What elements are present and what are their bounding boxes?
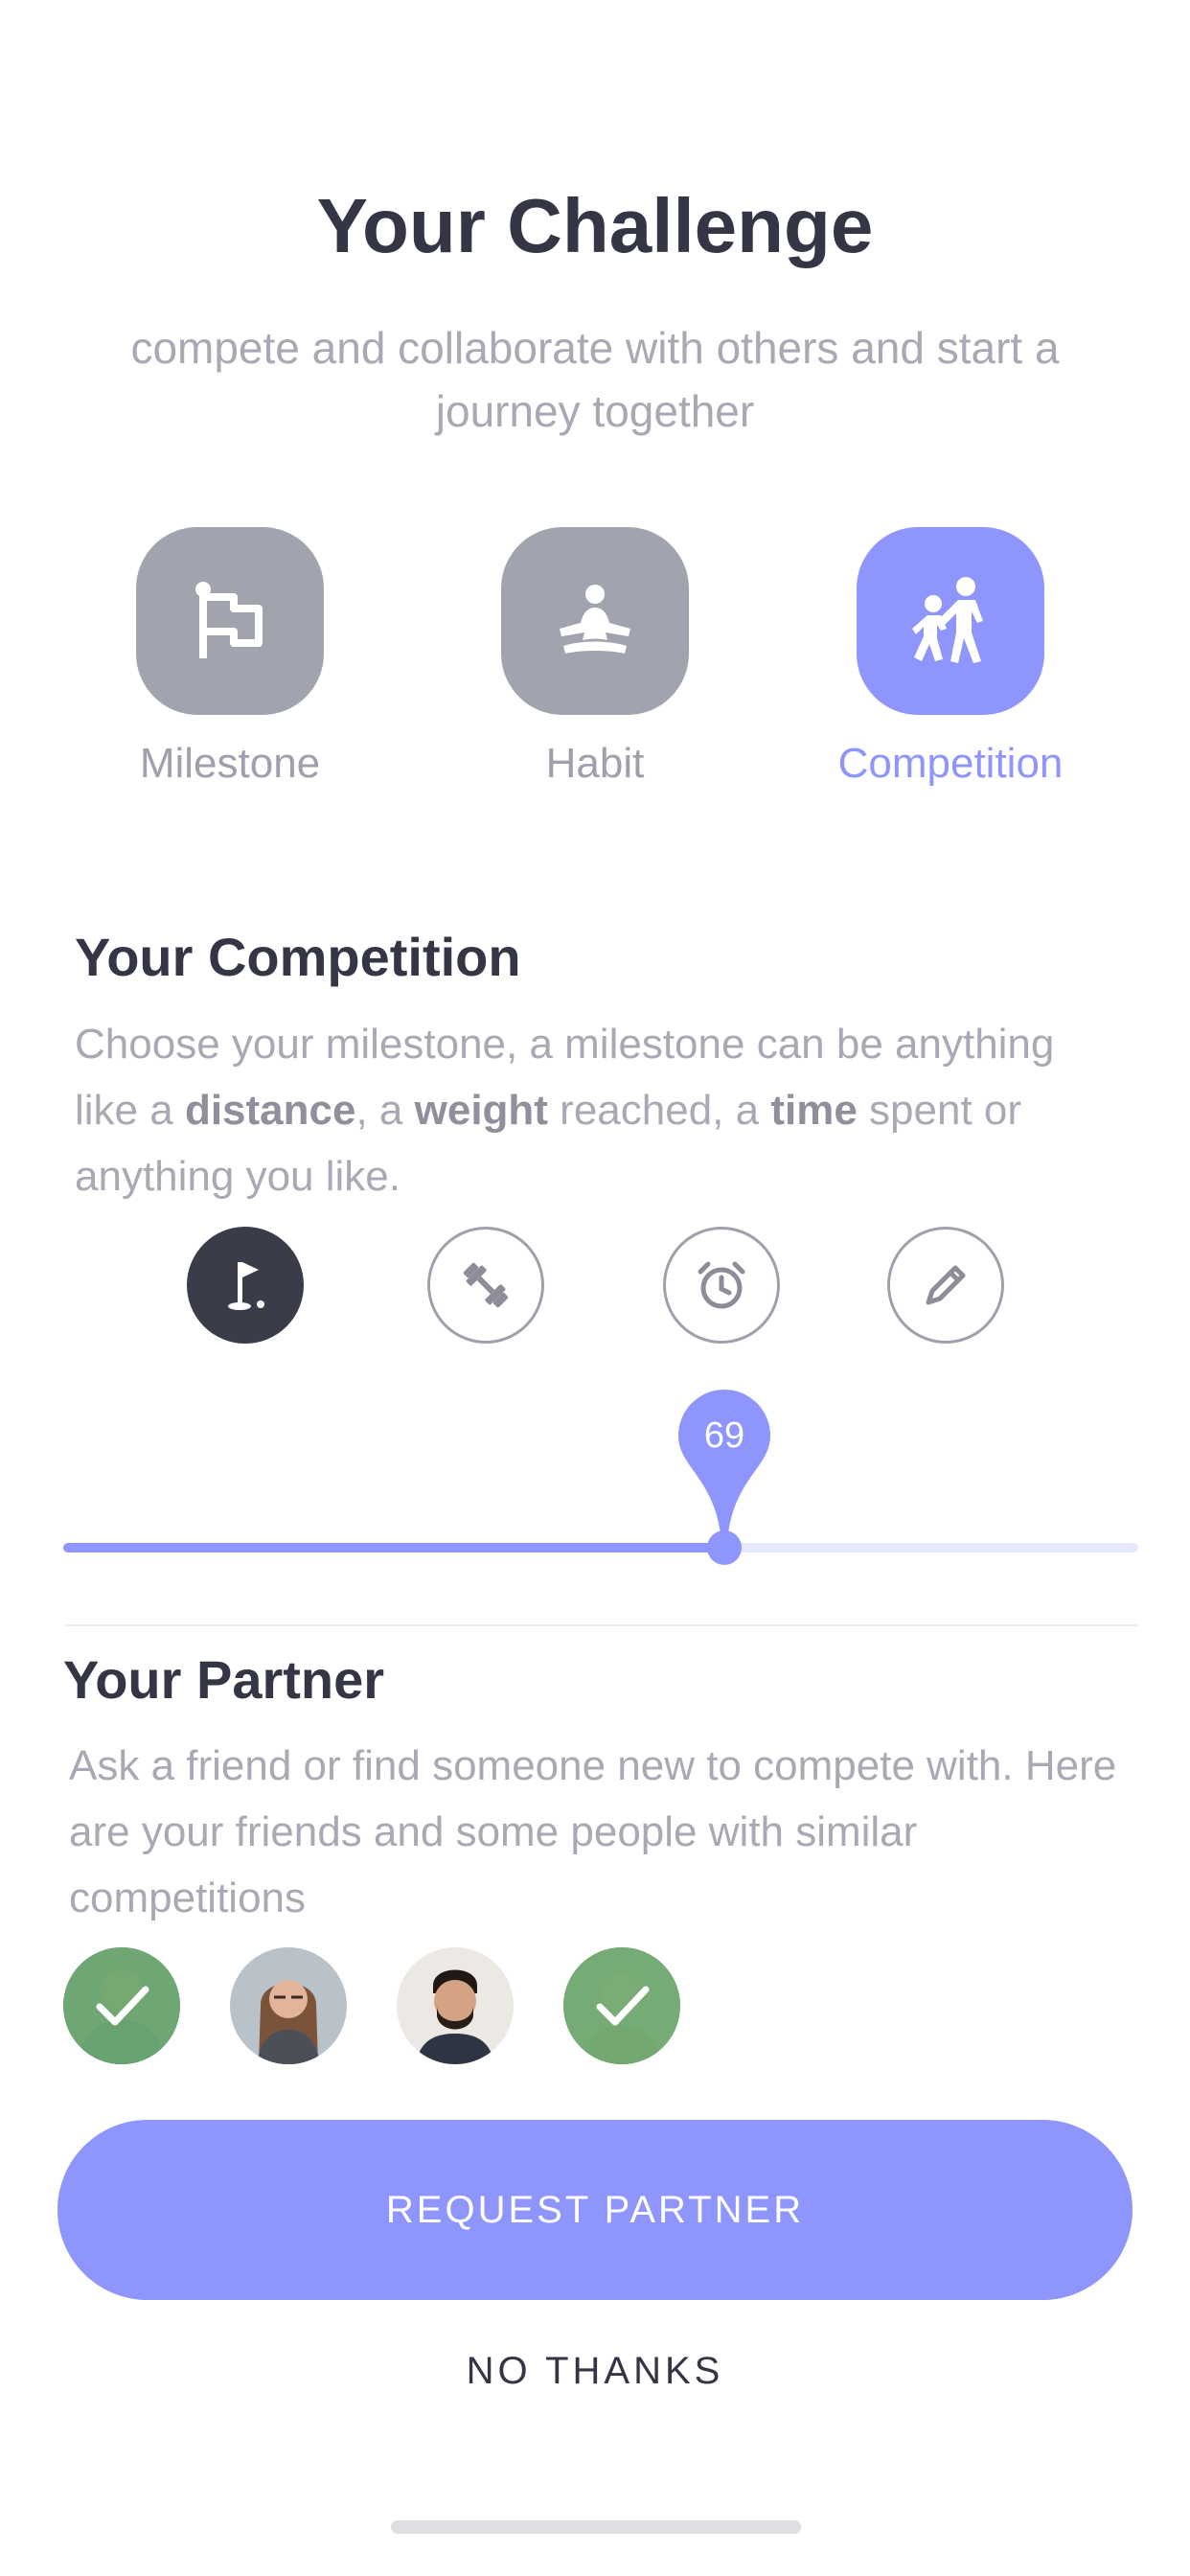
- challenge-type-label: Competition: [837, 740, 1064, 787]
- description-text: reached, a: [547, 1087, 771, 1134]
- milestone-type-weight[interactable]: [427, 1227, 544, 1344]
- avatar-image: [63, 1947, 180, 2064]
- alarm-clock-icon: [698, 1261, 745, 1309]
- challenge-type-label: Habit: [545, 740, 645, 787]
- slider-thumb[interactable]: [707, 1530, 743, 1565]
- challenge-type-selector: Milestone Habit Competition: [0, 527, 1190, 795]
- milestone-type-time[interactable]: [663, 1227, 780, 1344]
- avatar-image: [230, 1947, 347, 2064]
- milestone-slider[interactable]: 69: [63, 1390, 1138, 1565]
- partner-avatar-2[interactable]: [230, 1947, 347, 2064]
- request-partner-button[interactable]: REQUEST PARTNER: [57, 2120, 1133, 2300]
- partner-avatar-1[interactable]: [63, 1947, 180, 2064]
- section-divider: [63, 1624, 1138, 1626]
- page-subtitle: compete and collaborate with others and …: [130, 323, 1060, 436]
- no-thanks-button[interactable]: NO THANKS: [0, 2350, 1190, 2393]
- milestone-tile[interactable]: [136, 527, 324, 715]
- description-emphasis: distance: [184, 1087, 356, 1134]
- milestone-type-custom[interactable]: [887, 1227, 1004, 1344]
- partner-avatar-4[interactable]: [563, 1947, 680, 2064]
- milestone-type-goal[interactable]: [187, 1227, 304, 1344]
- challenge-type-label: Milestone: [139, 740, 321, 787]
- partner-section-title: Your Partner: [63, 1649, 385, 1710]
- avatar-image: [397, 1947, 514, 2064]
- habit-tile[interactable]: [501, 527, 689, 715]
- dumbbell-icon: [463, 1262, 509, 1308]
- partner-description: Ask a friend or find someone new to comp…: [69, 1742, 1117, 1921]
- description-text: , a: [355, 1087, 415, 1134]
- home-indicator[interactable]: [391, 2520, 801, 2534]
- page-title: Your Challenge: [316, 183, 874, 268]
- partner-avatar-3[interactable]: [397, 1947, 514, 2064]
- avatar-image: [563, 1947, 680, 2064]
- slider-value: 69: [703, 1415, 745, 1456]
- challenge-type-milestone[interactable]: Milestone: [105, 527, 355, 788]
- description-emphasis: weight: [414, 1087, 548, 1134]
- competition-people-icon: [912, 577, 983, 663]
- meditation-icon: [560, 585, 630, 654]
- flag-icon: [195, 582, 263, 658]
- slider-value-bubble: 69: [678, 1390, 771, 1538]
- golf-flag-icon: [228, 1262, 264, 1310]
- description-emphasis: time: [770, 1087, 858, 1134]
- challenge-type-habit[interactable]: Habit: [470, 527, 720, 788]
- challenge-type-competition[interactable]: Competition: [826, 527, 1075, 788]
- competition-section-title: Your Competition: [75, 927, 521, 987]
- competition-description: Choose your milestone, a milestone can b…: [75, 1011, 1129, 1209]
- slider-fill: [63, 1543, 725, 1552]
- competition-tile[interactable]: [857, 527, 1044, 715]
- pencil-icon: [926, 1265, 966, 1305]
